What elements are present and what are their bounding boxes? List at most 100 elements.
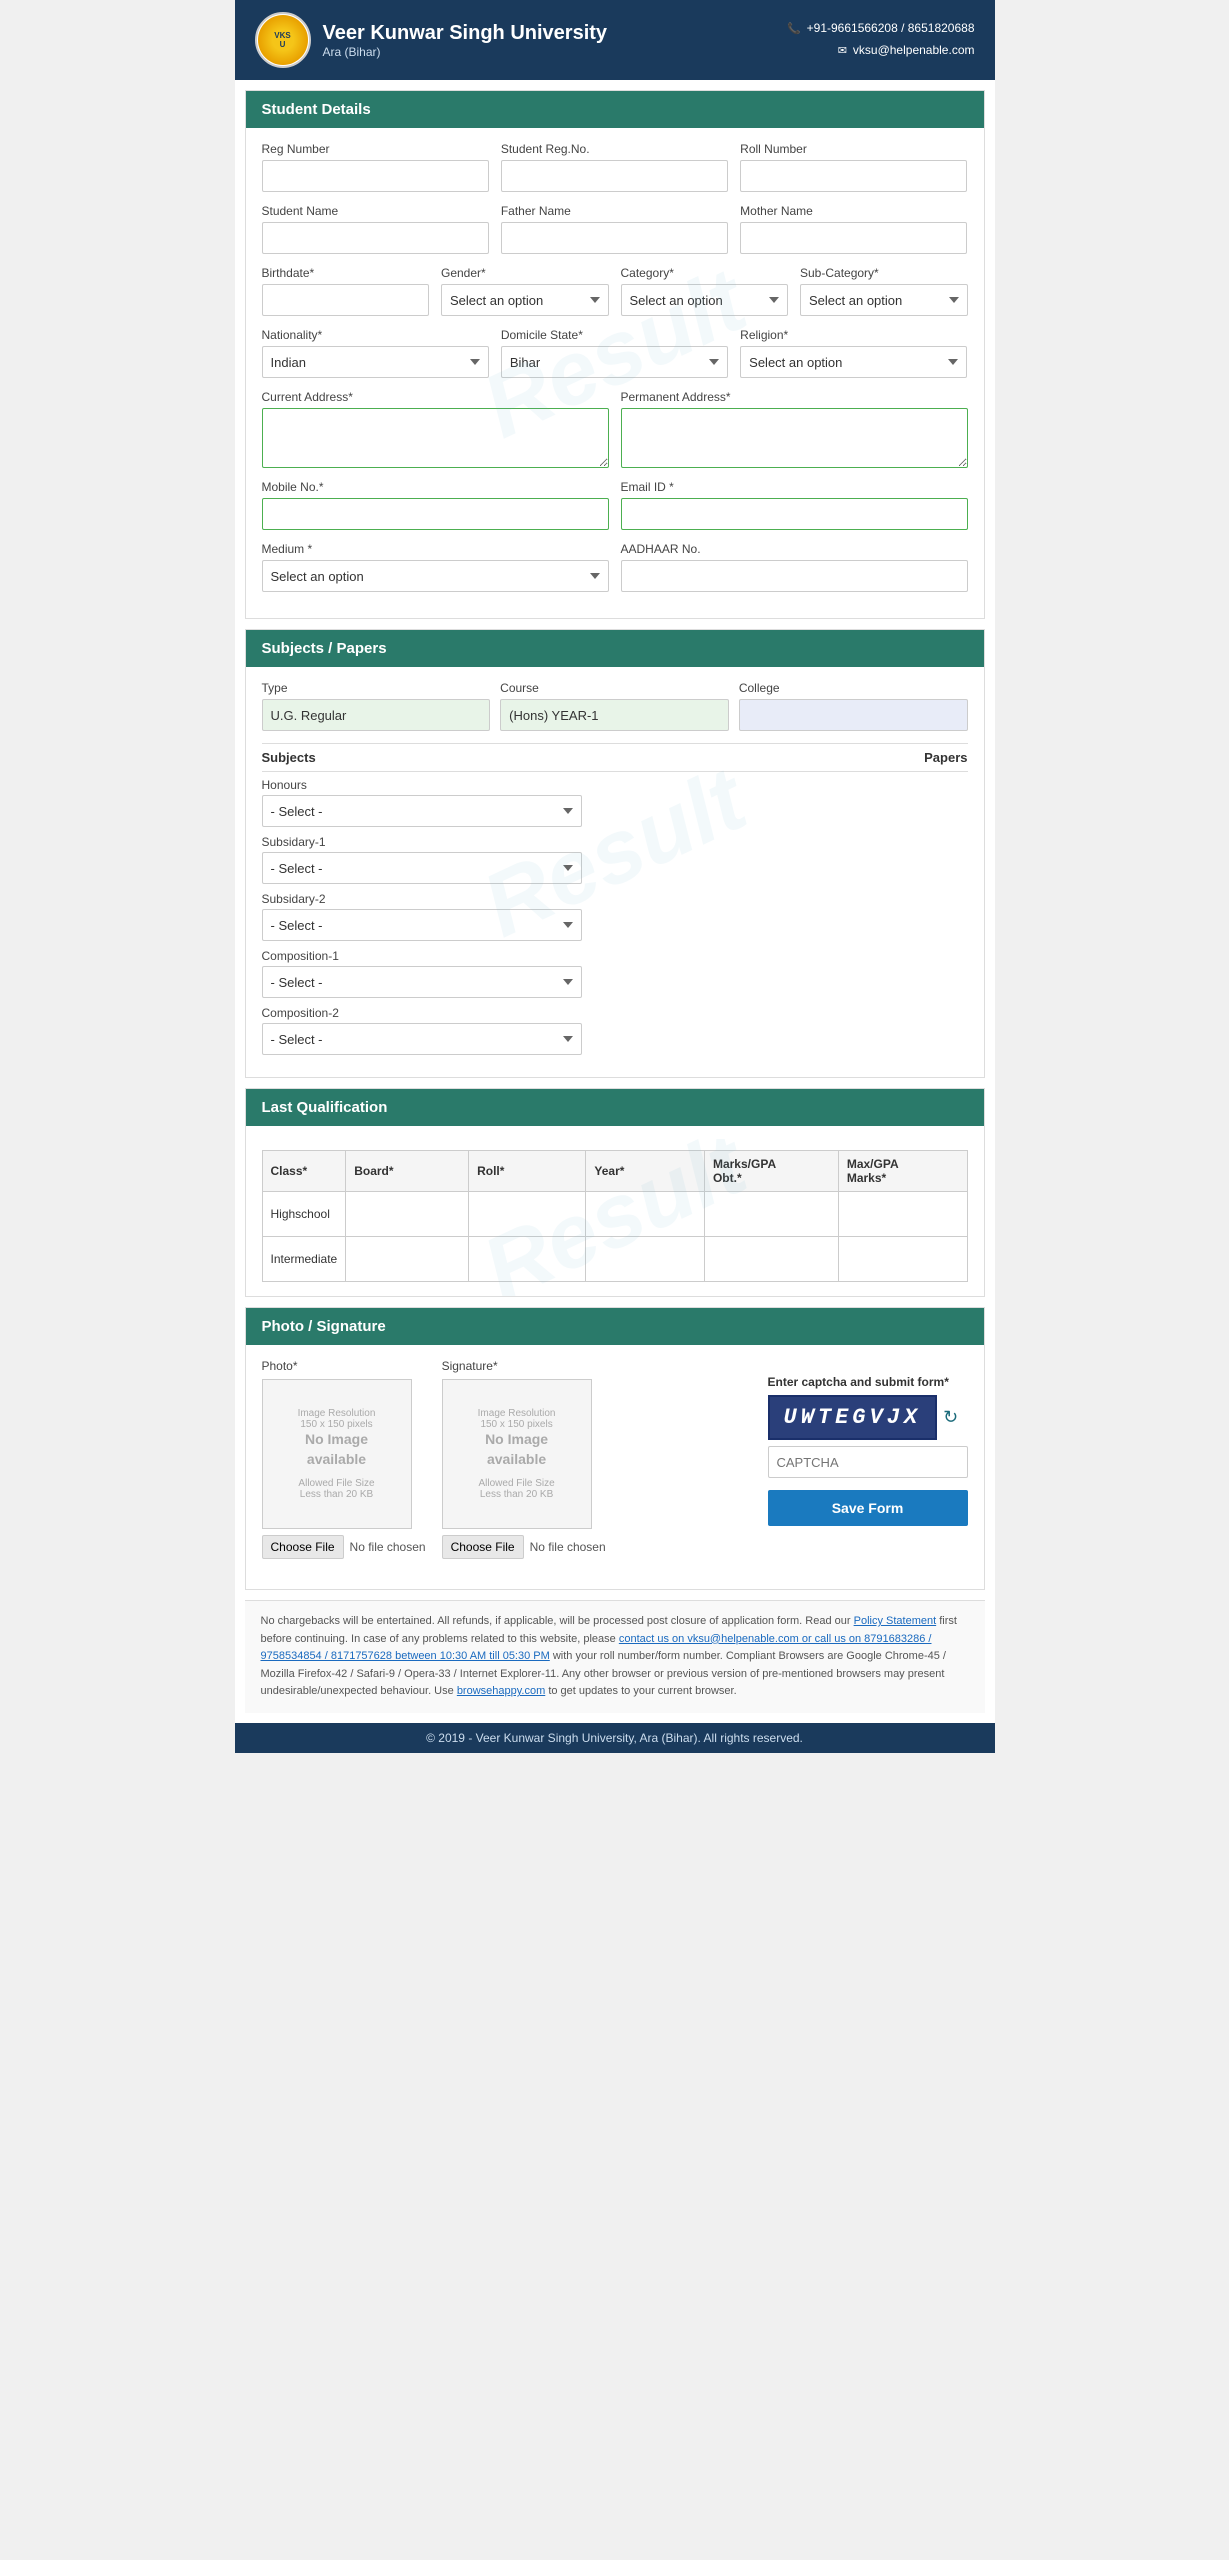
birthdate-label: Birthdate* bbox=[262, 266, 430, 280]
student-reg-no-input[interactable] bbox=[501, 160, 728, 192]
photo-no-file-text: No file chosen bbox=[350, 1540, 426, 1554]
signature-choose-file-button[interactable]: Choose File bbox=[442, 1535, 524, 1559]
sig-no-image: No Imageavailable bbox=[485, 1430, 548, 1469]
category-label: Category* bbox=[621, 266, 789, 280]
roll-header: Roll* bbox=[469, 1151, 586, 1192]
university-logo: VKSU bbox=[255, 12, 311, 68]
browsehappy-link[interactable]: browsehappy.com bbox=[457, 1685, 545, 1697]
photo-allowed-label: Allowed File Size bbox=[298, 1478, 374, 1489]
photo-choose-file-button[interactable]: Choose File bbox=[262, 1535, 344, 1559]
highschool-class: Highschool bbox=[262, 1192, 346, 1237]
roll-number-input[interactable] bbox=[740, 160, 967, 192]
email-input[interactable] bbox=[621, 498, 968, 530]
papers-column-header: Papers bbox=[924, 750, 967, 765]
permanent-address-label: Permanent Address* bbox=[621, 390, 968, 404]
highschool-maxmarks-input[interactable] bbox=[847, 1198, 959, 1230]
course-label: Course bbox=[500, 681, 729, 695]
reg-number-input[interactable] bbox=[262, 160, 489, 192]
current-address-input[interactable] bbox=[262, 408, 609, 468]
subcategory-label: Sub-Category* bbox=[800, 266, 968, 280]
highschool-year-input[interactable] bbox=[594, 1198, 696, 1230]
captcha-label: Enter captcha and submit form* bbox=[768, 1375, 968, 1389]
mother-name-input[interactable] bbox=[740, 222, 967, 254]
highschool-marks-input[interactable] bbox=[713, 1198, 830, 1230]
composition2-row: Composition-2 - Select - bbox=[262, 1006, 968, 1055]
subsidary1-select[interactable]: - Select - bbox=[262, 852, 582, 884]
college-label: College bbox=[739, 681, 968, 695]
photo-file-size: Less than 20 KB bbox=[300, 1489, 373, 1500]
mother-name-group: Mother Name bbox=[740, 204, 967, 254]
birthdate-input[interactable] bbox=[262, 284, 430, 316]
highschool-roll-input[interactable] bbox=[477, 1198, 577, 1230]
photo-resolution-label: Image Resolution bbox=[298, 1408, 376, 1419]
medium-select[interactable]: Select an option bbox=[262, 560, 609, 592]
captcha-refresh-icon[interactable]: ↻ bbox=[943, 1407, 958, 1428]
aadhaar-label: AADHAAR No. bbox=[621, 542, 968, 556]
mobile-label: Mobile No.* bbox=[262, 480, 609, 494]
student-details-section: Student Details Result Reg Number Studen… bbox=[245, 90, 985, 619]
nationality-label: Nationality* bbox=[262, 328, 489, 342]
reg-number-group: Reg Number bbox=[262, 142, 489, 192]
intermediate-year-input[interactable] bbox=[594, 1243, 696, 1275]
photo-placeholder: Image Resolution 150 x 150 pixels No Ima… bbox=[262, 1379, 412, 1529]
father-name-input[interactable] bbox=[501, 222, 728, 254]
captcha-image: UWTEGVJX bbox=[768, 1395, 938, 1440]
composition1-select[interactable]: - Select - bbox=[262, 966, 582, 998]
policy-link[interactable]: Policy Statement bbox=[854, 1615, 937, 1627]
composition2-select[interactable]: - Select - bbox=[262, 1023, 582, 1055]
save-form-button[interactable]: Save Form bbox=[768, 1490, 968, 1526]
college-input[interactable] bbox=[739, 699, 968, 731]
honours-label: Honours bbox=[262, 778, 968, 792]
intermediate-roll-input[interactable] bbox=[477, 1243, 577, 1275]
captcha-area: Enter captcha and submit form* UWTEGVJX … bbox=[768, 1375, 968, 1559]
subjects-section: Subjects / Papers Result Type Course Col… bbox=[245, 629, 985, 1078]
student-name-input[interactable] bbox=[262, 222, 489, 254]
subcategory-select[interactable]: Select an option bbox=[800, 284, 968, 316]
highschool-board-input[interactable] bbox=[354, 1198, 460, 1230]
medium-group: Medium * Select an option bbox=[262, 542, 609, 592]
subsidary2-select[interactable]: - Select - bbox=[262, 909, 582, 941]
contact-link[interactable]: contact us on vksu@helpenable.com or cal… bbox=[261, 1633, 932, 1663]
email-icon bbox=[838, 40, 847, 62]
email-field-label: Email ID * bbox=[621, 480, 968, 494]
mobile-group: Mobile No.* bbox=[262, 480, 609, 530]
composition1-label: Composition-1 bbox=[262, 949, 968, 963]
intermediate-board-input[interactable] bbox=[354, 1243, 460, 1275]
composition2-label: Composition-2 bbox=[262, 1006, 968, 1020]
type-input[interactable] bbox=[262, 699, 491, 731]
birthdate-group: Birthdate* bbox=[262, 266, 430, 316]
father-name-group: Father Name bbox=[501, 204, 728, 254]
intermediate-maxmarks-input[interactable] bbox=[847, 1243, 959, 1275]
qualification-table: Class* Board* Roll* Year* Marks/GPAObt.*… bbox=[262, 1150, 968, 1282]
intermediate-marks-input[interactable] bbox=[713, 1243, 830, 1275]
sig-file-size: Less than 20 KB bbox=[480, 1489, 553, 1500]
category-select[interactable]: Select an option bbox=[621, 284, 789, 316]
domicile-select[interactable]: Bihar bbox=[501, 346, 728, 378]
photo-size-label: 150 x 150 pixels bbox=[300, 1419, 372, 1430]
aadhaar-input[interactable] bbox=[621, 560, 968, 592]
medium-label: Medium * bbox=[262, 542, 609, 556]
student-name-group: Student Name bbox=[262, 204, 489, 254]
sig-allowed-label: Allowed File Size bbox=[479, 1478, 555, 1489]
mother-name-label: Mother Name bbox=[740, 204, 967, 218]
subjects-header: Subjects / Papers bbox=[246, 630, 984, 667]
qualification-header: Last Qualification bbox=[246, 1089, 984, 1126]
nationality-select[interactable]: Indian bbox=[262, 346, 489, 378]
sig-size-label: 150 x 150 pixels bbox=[480, 1419, 552, 1430]
student-details-header: Student Details bbox=[246, 91, 984, 128]
honours-row: Honours - Select - bbox=[262, 778, 968, 827]
permanent-address-input[interactable] bbox=[621, 408, 968, 468]
honours-select[interactable]: - Select - bbox=[262, 795, 582, 827]
religion-select[interactable]: Select an option bbox=[740, 346, 967, 378]
photo-signature-section: Photo / Signature Photo* Image Resolutio… bbox=[245, 1307, 985, 1590]
permanent-address-group: Permanent Address* bbox=[621, 390, 968, 468]
course-input[interactable] bbox=[500, 699, 729, 731]
subsidary2-label: Subsidary-2 bbox=[262, 892, 968, 906]
nationality-group: Nationality* Indian bbox=[262, 328, 489, 378]
mobile-input[interactable] bbox=[262, 498, 609, 530]
gender-select[interactable]: Select an option bbox=[441, 284, 609, 316]
course-group: Course bbox=[500, 681, 729, 731]
captcha-input[interactable] bbox=[768, 1446, 968, 1478]
photo-no-image: No Imageavailable bbox=[305, 1430, 368, 1469]
domicile-label: Domicile State* bbox=[501, 328, 728, 342]
